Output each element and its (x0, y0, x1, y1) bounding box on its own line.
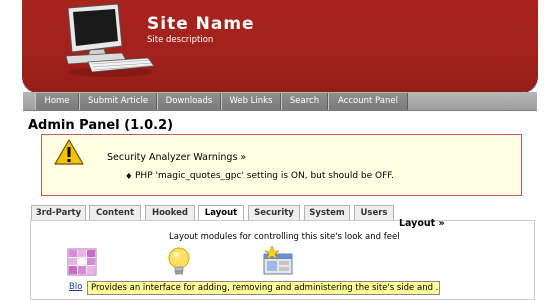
tab-hooked[interactable]: Hooked (145, 205, 195, 220)
section-description: Layout modules for controlling this site… (169, 232, 400, 242)
module-label-blocks[interactable]: Blo (69, 282, 82, 292)
nav-search[interactable]: Search (281, 93, 328, 110)
nav-account-panel[interactable]: Account Panel (328, 93, 408, 110)
nav-home[interactable]: Home (35, 93, 79, 110)
tab-content[interactable]: Content (89, 205, 141, 220)
warning-message: PHP 'magic_quotes_gpc' setting is ON, bu… (135, 171, 394, 181)
tab-layout[interactable]: Layout (198, 205, 244, 221)
lightbulb-icon[interactable] (166, 246, 192, 278)
tooltip: Provides an interface for adding, removi… (87, 281, 440, 295)
warning-title[interactable]: Security Analyzer Warnings » (107, 152, 246, 163)
site-header: Site Name Site description (22, 0, 538, 92)
warning-icon (54, 139, 84, 165)
page-title: Admin Panel (1.0.2) (28, 118, 174, 133)
nav-submit-article[interactable]: Submit Article (79, 93, 157, 110)
tab-security[interactable]: Security (248, 205, 300, 220)
site-name[interactable]: Site Name (147, 14, 255, 34)
security-warning-box: Security Analyzer Warnings » ♦ PHP 'magi… (41, 134, 522, 196)
themes-icon[interactable] (262, 246, 294, 276)
nav-web-links[interactable]: Web Links (221, 93, 281, 110)
main-nav: Home Submit Article Downloads Web Links … (23, 92, 537, 111)
nav-downloads[interactable]: Downloads (157, 93, 221, 110)
site-description: Site description (147, 35, 214, 45)
computer-icon (65, 3, 155, 77)
tab-3rd-party[interactable]: 3rd-Party (31, 205, 86, 220)
bullet-icon: ♦ (125, 172, 133, 182)
tab-users[interactable]: Users (354, 205, 394, 220)
section-title[interactable]: Layout » (399, 218, 445, 229)
tab-system[interactable]: System (304, 205, 350, 220)
blocks-icon[interactable] (67, 248, 97, 276)
